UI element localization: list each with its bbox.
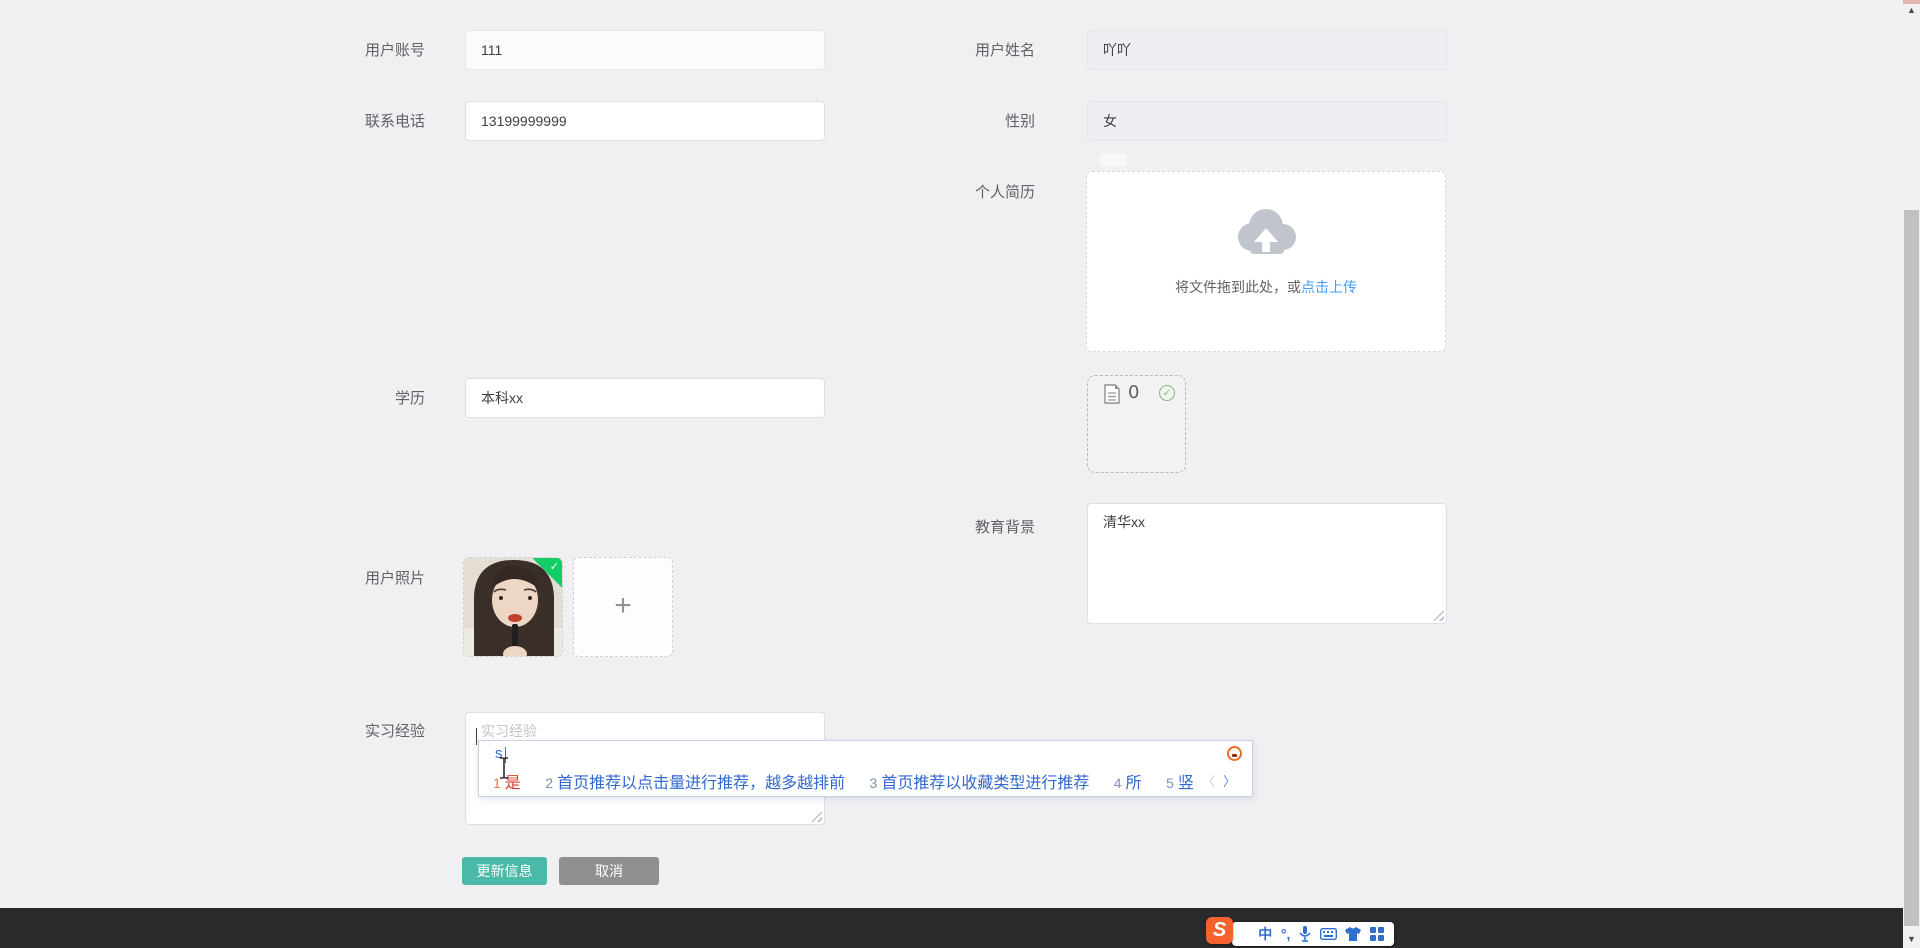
photo-check-icon: ✓ — [550, 560, 559, 573]
ime-next-page-icon[interactable]: 〉 — [1223, 774, 1236, 789]
i-beam-cursor — [498, 757, 510, 779]
education-label: 学历 — [265, 390, 425, 408]
ime-candidate-5[interactable]: 5竖 — [1166, 775, 1194, 792]
document-icon — [1104, 384, 1120, 404]
resume-file-item[interactable]: 0 ✓ — [1087, 375, 1186, 473]
phone-label: 联系电话 — [265, 113, 425, 131]
ime-candidate-4[interactable]: 4所 — [1114, 775, 1142, 792]
phone-input[interactable] — [465, 101, 825, 141]
account-input[interactable] — [465, 30, 825, 70]
vertical-scrollbar[interactable]: ▲ ▼ — [1903, 0, 1920, 948]
bottom-taskbar — [0, 908, 1903, 948]
microphone-icon[interactable] — [1299, 926, 1311, 942]
background-textarea[interactable]: 清华xx — [1087, 503, 1447, 624]
photo-label: 用户照片 — [265, 570, 425, 588]
scrollbar-up-icon[interactable]: ▲ — [1903, 2, 1920, 18]
name-label: 用户姓名 — [875, 42, 1035, 60]
punctuation-icon[interactable]: °, — [1281, 922, 1291, 946]
toolbox-icon[interactable] — [1370, 927, 1384, 941]
gender-input[interactable] — [1087, 101, 1447, 141]
upload-tooltip-remnant — [1099, 154, 1126, 166]
ime-candidate-3[interactable]: 3首页推荐以收藏类型进行推荐 — [870, 775, 1090, 792]
name-input[interactable] — [1087, 30, 1447, 70]
internship-label: 实习经验 — [265, 723, 425, 741]
update-info-button[interactable]: 更新信息 — [462, 857, 547, 885]
education-input[interactable] — [465, 378, 825, 418]
plus-icon: + — [614, 589, 632, 622]
file-success-check-icon: ✓ — [1159, 385, 1175, 401]
text-caret — [476, 728, 477, 745]
keyboard-icon[interactable] — [1320, 928, 1337, 940]
ime-candidate-list: 1是 2首页推荐以点击量进行推荐，越多越排前 3首页推荐以收藏类型进行推荐 4所… — [493, 769, 1203, 793]
ime-candidate-2[interactable]: 2首页推荐以点击量进行推荐，越多越排前 — [545, 775, 845, 792]
upload-click-link[interactable]: 点击上传 — [1301, 279, 1357, 295]
sogou-ime-panel: s 1是 2首页推荐以点击量进行推荐，越多越排前 3首页推荐以收藏类型进行推荐 … — [478, 740, 1253, 797]
file-count: 0 — [1128, 382, 1139, 403]
upload-drop-text: 将文件拖到此处，或 — [1175, 279, 1301, 295]
user-edit-form-page: 用户账号 用户姓名 联系电话 性别 个人简历 将文件拖到此处，或点击上传 — [0, 0, 1920, 948]
cancel-button[interactable]: 取消 — [559, 857, 659, 885]
ime-sogou-icon[interactable] — [1227, 746, 1242, 761]
ime-prev-page-icon[interactable]: 〈 — [1202, 774, 1215, 789]
resume-upload-dropzone[interactable]: 将文件拖到此处，或点击上传 — [1086, 171, 1446, 352]
scrollbar-down-icon[interactable]: ▼ — [1903, 931, 1920, 947]
user-photo-thumbnail[interactable]: ✓ — [463, 557, 563, 657]
background-label: 教育背景 — [875, 519, 1035, 537]
sogou-logo-icon[interactable]: S — [1206, 917, 1233, 944]
chinese-mode-icon[interactable]: 中 — [1258, 922, 1272, 946]
upload-cloud-icon — [1232, 206, 1300, 256]
gender-label: 性别 — [875, 113, 1035, 131]
add-photo-button[interactable]: + — [573, 557, 673, 657]
sogou-ime-toolbar: 中 °, — [1232, 922, 1394, 946]
account-label: 用户账号 — [265, 42, 425, 60]
scrollbar-thumb[interactable] — [1904, 210, 1919, 926]
resume-label: 个人简历 — [875, 184, 1035, 202]
skin-icon[interactable] — [1345, 927, 1361, 941]
